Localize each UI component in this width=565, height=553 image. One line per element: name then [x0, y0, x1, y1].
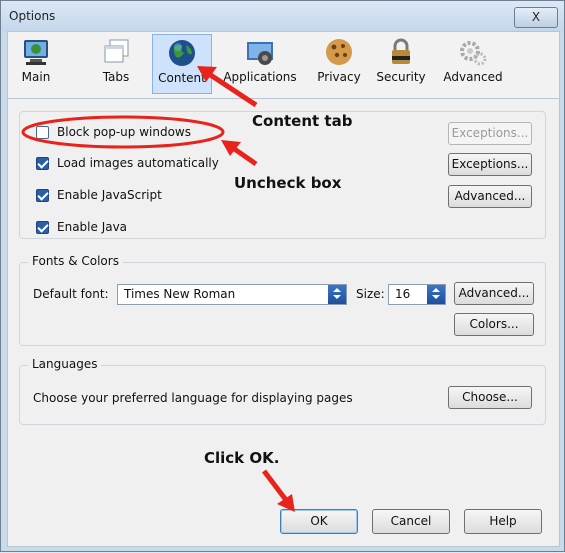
options-dialog: Options X Main Tabs Content Applications… [0, 0, 565, 552]
arrow-to-content-tab [197, 66, 258, 108]
uncheck-box-annotation: Uncheck box [234, 174, 342, 192]
annotation-overlay [21, 66, 295, 512]
arrow-to-checkbox [221, 140, 258, 167]
highlight-ellipse [21, 115, 225, 149]
content-tab-annotation: Content tab [252, 112, 353, 130]
click-ok-annotation: Click OK. [204, 449, 280, 467]
arrow-to-ok-button [262, 469, 295, 512]
